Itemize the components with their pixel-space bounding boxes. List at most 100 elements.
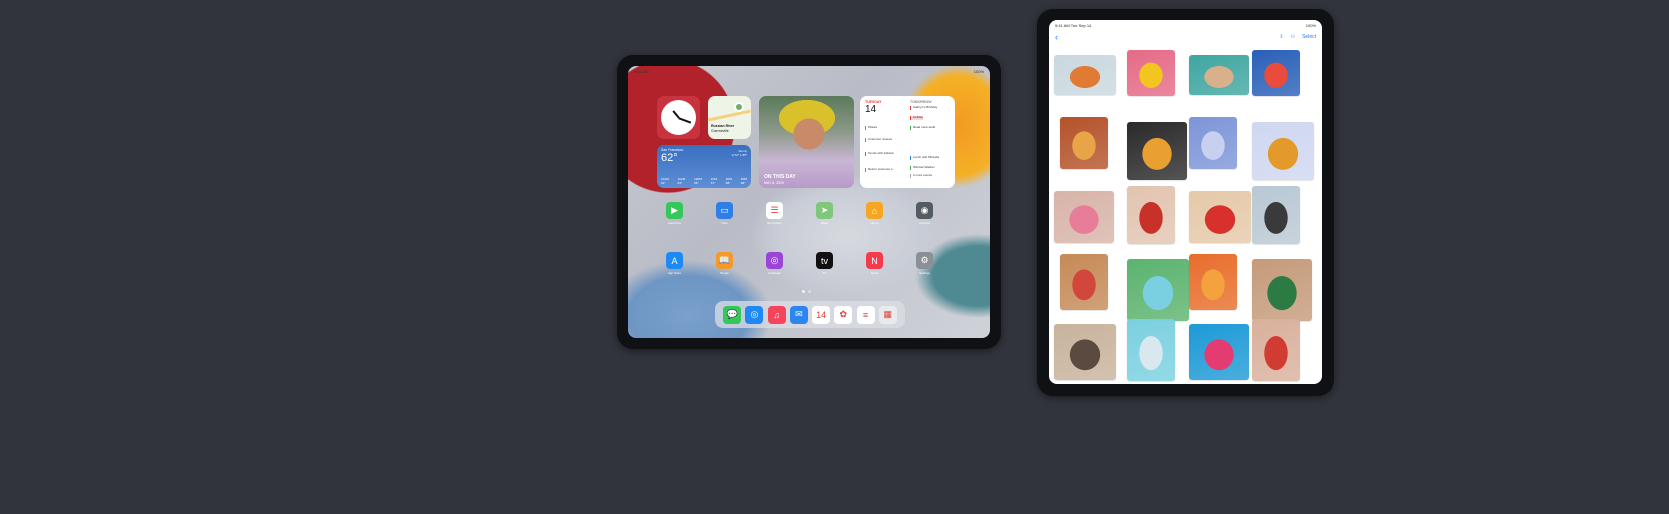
photos-widget-title: ON THIS DAY xyxy=(764,174,796,180)
dock-mail-icon[interactable]: ✉ xyxy=(789,305,808,324)
photo-thumbnail[interactable] xyxy=(1189,191,1251,243)
dock-calendar-icon[interactable]: 14 xyxy=(812,305,831,324)
photos-app-screen: 9:41 AM Tue Sep 14 100% ‹ ⇪ ⚇ Select xyxy=(1049,20,1322,384)
photo-thumbnail[interactable] xyxy=(1127,122,1187,180)
dock-safari-icon[interactable]: ◎ xyxy=(745,305,764,324)
calendar-event: Lunch with Miranda xyxy=(910,155,939,160)
home-screen: 9:41 AM 100% Russian River Guerneville O… xyxy=(628,66,990,338)
app-label: App Store xyxy=(667,271,682,275)
app-row-1: ▶ FaceTime ▭ Files ☰ Reminders ➤ Maps ⌂ Home ◉ Came… xyxy=(666,202,933,225)
app-files[interactable]: ▭ Files xyxy=(716,202,733,225)
camera-icon: ◉ xyxy=(916,202,933,219)
weather-widget[interactable]: San Francisco 62° Sunny H:72° L:55° 10AM… xyxy=(657,145,751,188)
photo-thumbnail[interactable] xyxy=(1189,117,1237,169)
news-icon: N xyxy=(866,252,883,269)
status-time: 9:41 AM xyxy=(1055,23,1070,28)
weather-temp: 62° xyxy=(661,152,678,164)
settings-icon: ⚙ xyxy=(916,252,933,269)
app-maps[interactable]: ➤ Maps xyxy=(816,202,833,225)
app-books[interactable]: 📖 Books xyxy=(716,252,733,275)
photo-thumbnail[interactable] xyxy=(1189,254,1237,310)
photos-widget[interactable]: ON THIS DAY MAY 8, 2020 xyxy=(759,96,854,188)
photo-thumbnail[interactable] xyxy=(1060,254,1108,310)
photo-thumbnail[interactable] xyxy=(1127,186,1175,244)
photo-thumbnail[interactable] xyxy=(1127,259,1189,321)
share-icon[interactable]: ⇪ xyxy=(1279,34,1283,40)
ipad-landscape: 9:41 AM 100% Russian River Guerneville O… xyxy=(617,55,1001,349)
weather-hour-temp: 64° xyxy=(677,181,683,185)
app-podcasts[interactable]: ◎ Podcasts xyxy=(766,252,783,275)
calendar-event: Kathryn's Birthday xyxy=(910,105,937,110)
calendar-event: Pilates xyxy=(865,125,877,130)
app-label: TV xyxy=(822,271,827,275)
dock-music-icon[interactable]: ♫ xyxy=(767,305,786,324)
calendar-event: Window Washer xyxy=(910,165,935,170)
photo-thumbnail[interactable] xyxy=(1127,50,1175,96)
calendar-event: Customer reviews xyxy=(865,137,892,142)
app-app-store[interactable]: A App Store xyxy=(666,252,683,275)
app-settings[interactable]: ⚙ Settings xyxy=(916,252,933,275)
tv-icon: tv xyxy=(816,252,833,269)
weather-condition: Sunny H:72° L:55° xyxy=(731,149,747,158)
calendar-today-num: 14 xyxy=(865,104,877,115)
clock-icon xyxy=(661,100,696,135)
maps-widget-sub: Guerneville xyxy=(711,128,729,133)
app-label: Books xyxy=(720,271,729,275)
status-date: Tue Sep 14 xyxy=(1070,23,1092,28)
photo-thumbnail[interactable] xyxy=(1054,55,1116,95)
app-store-icon: A xyxy=(666,252,683,269)
weather-hourly: 10AM 62° 11AM 64° 12PM 66° 1PM 67° 2PM 68° 3P… xyxy=(661,177,747,185)
photo-thumbnail[interactable] xyxy=(1189,55,1249,95)
dock-app-library-icon[interactable]: ▦ xyxy=(878,305,897,324)
photo-thumbnail[interactable] xyxy=(1252,122,1314,180)
people-icon[interactable]: ⚇ xyxy=(1291,34,1295,40)
status-battery: 100% xyxy=(973,69,984,74)
photo-thumbnail[interactable] xyxy=(1252,50,1300,96)
calendar-widget[interactable]: TUESDAY 14 TOMORROW Pilates Customer rev… xyxy=(860,96,955,188)
app-facetime[interactable]: ▶ FaceTime xyxy=(666,202,683,225)
map-pin-icon xyxy=(734,102,744,112)
weather-hour-temp: 68° xyxy=(725,181,731,185)
maps-widget[interactable]: Russian River Guerneville xyxy=(708,96,751,139)
page-indicator[interactable] xyxy=(802,290,811,293)
app-tv[interactable]: tv TV xyxy=(816,252,833,275)
photo-thumbnail[interactable] xyxy=(1252,319,1300,381)
weather-hilo: H:72° L:55° xyxy=(731,152,747,157)
maps-widget-name: Russian River xyxy=(711,124,735,128)
calendar-event: Return customer s... xyxy=(865,167,895,172)
photo-thumbnail[interactable] xyxy=(1054,324,1116,380)
status-bar: 9:41 AM 100% xyxy=(634,69,984,75)
app-news[interactable]: N News xyxy=(866,252,883,275)
dock-messages-icon[interactable]: 💬 xyxy=(723,305,742,324)
calendar-event: 2 more events xyxy=(910,173,932,178)
clock-widget[interactable] xyxy=(657,96,700,139)
app-home[interactable]: ⌂ Home xyxy=(866,202,883,225)
photo-thumbnail[interactable] xyxy=(1054,191,1114,243)
app-camera[interactable]: ◉ Camera xyxy=(916,202,933,225)
app-reminders[interactable]: ☰ Reminders xyxy=(766,202,783,225)
dock: 💬 ◎ ♫ ✉ 14 ✿ ≡ ▦ xyxy=(715,301,905,328)
files-icon: ▭ xyxy=(716,202,733,219)
photos-toolbar: ‹ ⇪ ⚇ Select xyxy=(1055,32,1316,42)
page-dot xyxy=(808,290,811,293)
photo-thumbnail[interactable] xyxy=(1060,117,1108,169)
dock-notes-icon[interactable]: ≡ xyxy=(856,305,875,324)
app-label: News xyxy=(870,271,879,275)
app-label: FaceTime xyxy=(667,221,682,225)
page-dot xyxy=(802,290,805,293)
photo-thumbnail[interactable] xyxy=(1127,319,1175,381)
photo-thumbnail[interactable] xyxy=(1252,259,1312,321)
maps-icon: ➤ xyxy=(816,202,833,219)
app-label: Camera xyxy=(919,221,930,225)
back-button[interactable]: ‹ xyxy=(1055,32,1058,42)
app-label: Files xyxy=(721,221,728,225)
books-icon: 📖 xyxy=(716,252,733,269)
app-label: Settings xyxy=(919,271,930,275)
app-label: Maps xyxy=(820,221,829,225)
calendar-tomorrow-label: TOMORROW xyxy=(910,100,932,104)
photo-thumbnail[interactable] xyxy=(1252,186,1300,244)
photo-thumbnail[interactable] xyxy=(1189,324,1249,380)
select-button[interactable]: Select xyxy=(1302,34,1316,40)
status-time: 9:41 AM xyxy=(634,69,649,74)
dock-photos-icon[interactable]: ✿ xyxy=(834,305,853,324)
